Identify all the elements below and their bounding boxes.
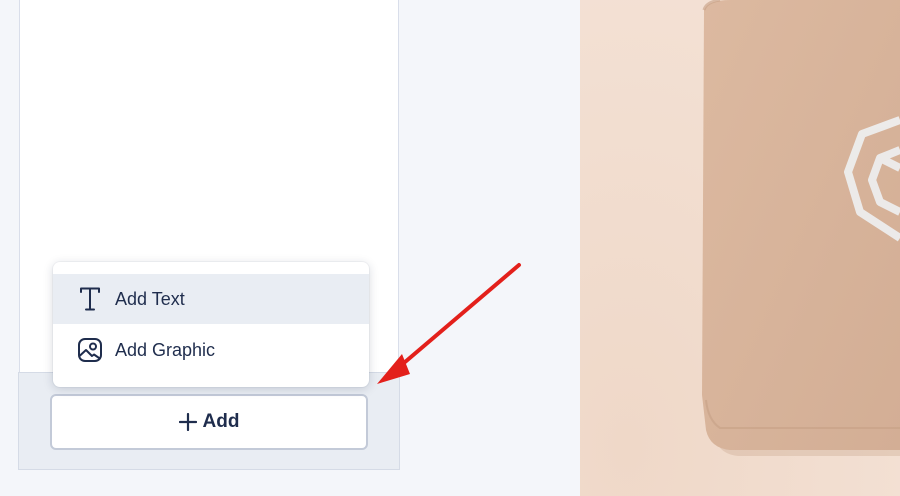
- layers-sidebar: Add Add Text Add Graphic: [0, 0, 580, 496]
- plus-icon: [178, 412, 197, 432]
- add-button[interactable]: Add: [50, 394, 368, 450]
- menu-item-label: Add Graphic: [115, 339, 216, 360]
- text-tool-icon: [77, 286, 103, 312]
- menu-item-add-text[interactable]: Add Text: [53, 274, 369, 324]
- add-menu-dropdown: Add Text Add Graphic: [53, 262, 369, 387]
- menu-item-add-graphic[interactable]: Add Graphic: [53, 325, 369, 375]
- tote-bag-image: [580, 0, 900, 496]
- image-icon: [77, 337, 103, 363]
- menu-item-label: Add Text: [115, 288, 185, 309]
- add-button-label: Add: [202, 411, 240, 432]
- product-preview: [580, 0, 900, 496]
